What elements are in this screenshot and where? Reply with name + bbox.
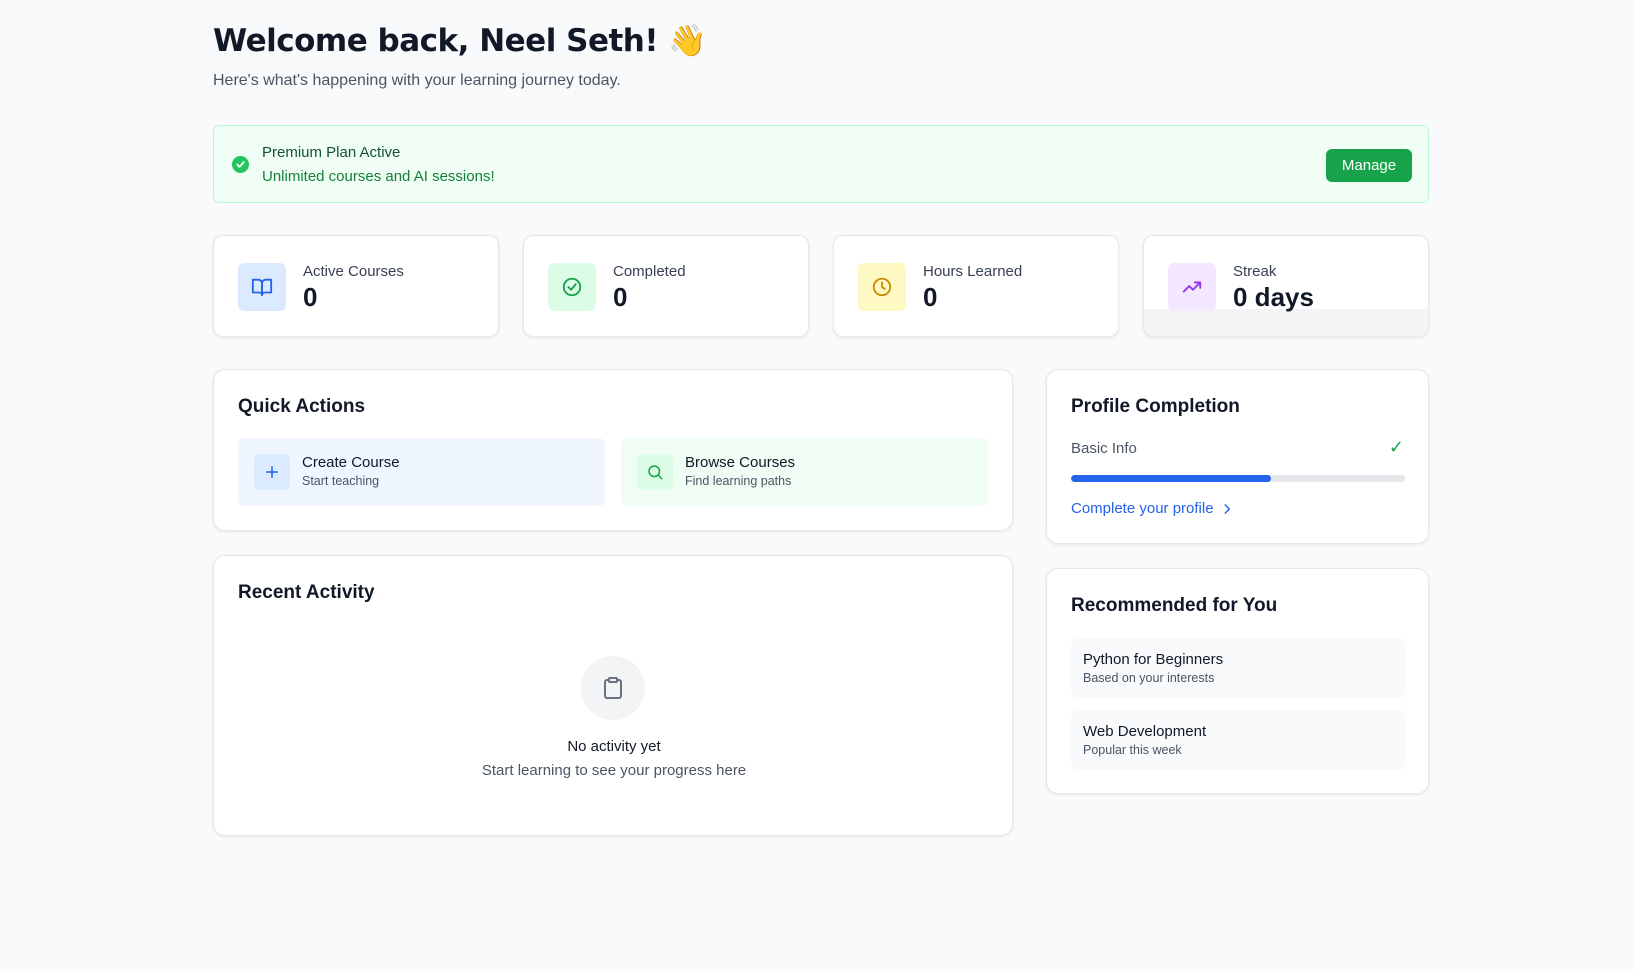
book-open-icon — [238, 263, 286, 311]
stat-card-completed: Completed 0 — [523, 235, 809, 337]
profile-completion-title: Profile Completion — [1071, 396, 1240, 417]
create-course-button[interactable]: Create Course Start teaching — [238, 438, 605, 506]
profile-progress-bar — [1071, 475, 1405, 482]
recommended-item-title: Web Development — [1083, 723, 1207, 740]
recent-activity-title: Recent Activity — [238, 582, 375, 603]
check-circle-icon — [232, 156, 249, 173]
basic-info-label: Basic Info — [1071, 440, 1137, 457]
clipboard-icon — [581, 656, 645, 720]
stat-label: Completed — [613, 263, 686, 280]
recent-activity-card: Recent Activity No activity yet Start le… — [213, 555, 1013, 836]
recommended-item-subtitle: Popular this week — [1083, 743, 1182, 757]
plus-icon — [254, 454, 290, 490]
trending-up-icon — [1168, 263, 1216, 311]
recommended-title: Recommended for You — [1071, 595, 1278, 616]
action-subtitle: Find learning paths — [685, 474, 792, 488]
manage-button[interactable]: Manage — [1326, 149, 1412, 182]
plan-title: Premium Plan Active — [262, 144, 401, 161]
browse-courses-button[interactable]: Browse Courses Find learning paths — [621, 438, 988, 506]
recommended-item-subtitle: Based on your interests — [1083, 671, 1215, 685]
checkmark-icon: ✓ — [1388, 437, 1404, 457]
chevron-right-icon — [1224, 503, 1230, 514]
page-subtitle: Here's what's happening with your learni… — [213, 72, 621, 89]
stat-value: 0 — [303, 282, 318, 312]
profile-completion-card: Profile Completion Basic Info ✓ Complete… — [1046, 369, 1429, 544]
recommended-item[interactable]: Python for Beginners Based on your inter… — [1071, 638, 1405, 698]
profile-progress-fill — [1071, 475, 1272, 482]
stat-value: 0 — [923, 282, 938, 312]
stat-card-hours-learned: Hours Learned 0 — [833, 235, 1119, 337]
stat-value: 0 — [613, 282, 628, 312]
empty-state-subtitle: Start learning to see your progress here — [481, 762, 747, 779]
search-icon — [637, 454, 673, 490]
recommended-item-title: Python for Beginners — [1083, 651, 1224, 668]
plan-subtitle: Unlimited courses and AI sessions! — [262, 168, 495, 185]
action-title: Create Course — [302, 454, 400, 471]
action-title: Browse Courses — [685, 454, 796, 471]
card-footer-shade — [1144, 309, 1428, 336]
quick-actions-title: Quick Actions — [238, 396, 366, 417]
quick-actions-card: Quick Actions Create Course Start teachi… — [213, 369, 1013, 531]
action-subtitle: Start teaching — [302, 474, 380, 488]
stat-card-active-courses: Active Courses 0 — [213, 235, 499, 337]
stat-label: Hours Learned — [923, 263, 1023, 280]
recommended-item[interactable]: Web Development Popular this week — [1071, 710, 1405, 770]
page-title: Welcome back, Neel Seth! 👋 — [213, 23, 707, 59]
check-circle-icon — [548, 263, 596, 311]
stat-card-streak: Streak 0 days — [1143, 235, 1429, 337]
complete-profile-link[interactable]: Complete your profile — [1071, 500, 1234, 517]
clock-icon — [858, 263, 906, 311]
empty-state-title: No activity yet — [567, 738, 661, 755]
stat-value: 0 days — [1233, 282, 1314, 312]
premium-plan-banner: Premium Plan Active Unlimited courses an… — [213, 125, 1429, 203]
stat-label: Streak — [1233, 263, 1277, 280]
recommended-card: Recommended for You Python for Beginners… — [1046, 568, 1429, 794]
stat-label: Active Courses — [303, 263, 404, 280]
complete-profile-label: Complete your profile — [1071, 500, 1214, 517]
